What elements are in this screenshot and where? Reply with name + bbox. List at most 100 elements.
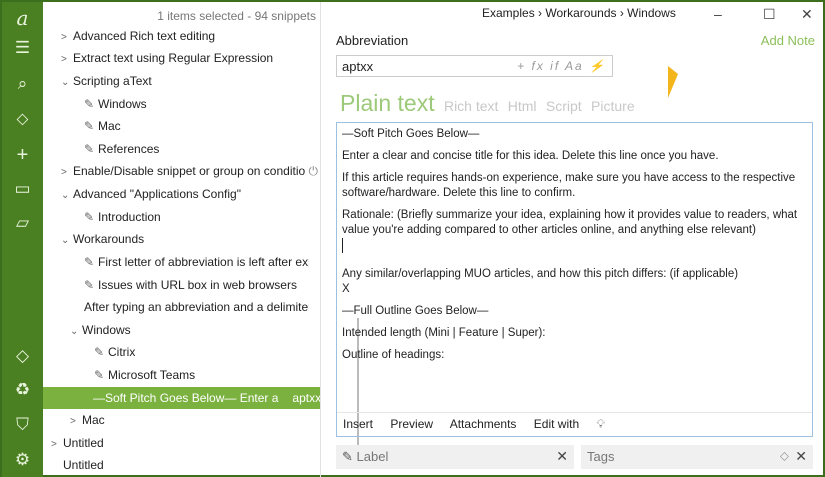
chevron-right-icon[interactable]: > xyxy=(70,411,82,431)
row-label: Mac xyxy=(98,119,121,133)
tree-snippet[interactable]: ✎ Windows xyxy=(84,93,147,115)
content-line: —Full Outline Goes Below— xyxy=(342,305,489,317)
chevron-right-icon[interactable]: > xyxy=(61,27,73,47)
power-icon[interactable]: ⏻ xyxy=(309,164,319,178)
tag-icon[interactable]: ⬦ xyxy=(2,109,43,129)
diamond-icon[interactable]: ◇ xyxy=(2,346,43,366)
edit-with-button[interactable]: Edit with 💡︎ xyxy=(534,417,619,431)
tree-snippet[interactable]: ✎ References xyxy=(84,138,159,160)
chevron-right-icon[interactable]: > xyxy=(51,434,63,454)
preview-button[interactable]: Preview xyxy=(390,417,433,431)
tree-snippet[interactable]: ✎ First letter of abbreviation is left af… xyxy=(84,251,309,273)
search-icon[interactable]: ⌕ xyxy=(2,74,43,94)
tab-html[interactable]: Html xyxy=(508,98,537,114)
chevron-down-icon[interactable]: ⌄ xyxy=(70,321,82,341)
row-label: Advanced "Applications Config" xyxy=(73,187,241,201)
tree-group[interactable]: Untitled xyxy=(63,454,104,476)
tree-group[interactable]: > Advanced Rich text editing xyxy=(61,25,215,47)
tree-group[interactable]: ⌄ Workarounds xyxy=(61,228,144,250)
content-type-tabs: Plain text Rich text Html Script Picture xyxy=(340,90,641,117)
tree-snippet[interactable]: ✎ Citrix xyxy=(94,341,135,363)
tree-group[interactable]: > Mac xyxy=(70,409,105,431)
atext-logo-icon[interactable]: a xyxy=(2,6,43,30)
content-text[interactable]: —Soft Pitch Goes Below— Enter a clear an… xyxy=(342,127,807,370)
tree-snippet[interactable]: ✎ Issues with URL box in web browsers xyxy=(84,274,297,296)
tab-script[interactable]: Script xyxy=(546,98,582,114)
row-label: Advanced Rich text editing xyxy=(73,29,216,43)
tree-group[interactable]: ⌄ Advanced "Applications Config" xyxy=(61,183,241,205)
tree-group[interactable]: > Extract text using Regular Expression xyxy=(61,47,273,69)
row-label: —Soft Pitch Goes Below— Enter a xyxy=(93,391,279,405)
abbreviation-input[interactable]: aptxx + fx if Aa ⚡ xyxy=(336,55,613,77)
tree-snippet[interactable]: ✎ Introduction xyxy=(84,206,161,228)
content-line: If this article requires hands-on experi… xyxy=(342,172,796,199)
pencil-icon: ✎ xyxy=(342,449,353,464)
tree-group[interactable]: ⌄ Scripting aText xyxy=(61,70,152,92)
row-label: Workarounds xyxy=(73,232,145,246)
row-label: Extract text using Regular Expression xyxy=(73,51,274,65)
edit-with-label: Edit with xyxy=(533,417,580,431)
new-folder-icon[interactable]: ▭ xyxy=(2,179,43,199)
content-line xyxy=(342,238,343,253)
maximize-button[interactable]: ☐ xyxy=(763,6,776,23)
row-label: After typing an abbreviation and a delim… xyxy=(84,300,309,314)
row-label: Issues with URL box in web browsers xyxy=(98,278,297,292)
row-label: Enable/Disable snippet or group on condi… xyxy=(73,164,306,178)
tree-snippet[interactable]: After typing an abbreviation and a delim… xyxy=(84,296,309,318)
pencil-icon: ✎ xyxy=(94,345,105,359)
pencil-icon: ✎ xyxy=(84,255,95,269)
close-button[interactable]: ✕ xyxy=(801,6,813,23)
row-label: Introduction xyxy=(98,210,161,224)
pencil-icon: ✎ xyxy=(94,368,105,382)
pencil-icon: ✎ xyxy=(84,142,95,156)
tag-icon: ⬦ xyxy=(779,448,789,463)
clear-tags-icon[interactable]: ✕ xyxy=(795,448,807,464)
tags-placeholder: Tags xyxy=(587,449,615,464)
mouse-cursor-icon xyxy=(668,66,678,98)
tree-snippet[interactable]: ✎ Mac xyxy=(84,115,121,137)
pencil-icon: ✎ xyxy=(84,97,95,111)
tree-snippet[interactable]: ✎ Microsoft Teams xyxy=(94,364,195,386)
menu-icon[interactable]: ☰ xyxy=(2,38,43,58)
chevron-down-icon[interactable]: ⌄ xyxy=(61,72,73,92)
settings-icon[interactable]: ⚙ xyxy=(2,450,43,470)
open-folder-icon[interactable]: ▱ xyxy=(2,213,43,233)
selection-count: 1 items selected - 94 snippets xyxy=(157,9,316,23)
plus-icon[interactable]: + xyxy=(2,144,43,167)
content-line: Intended length (Mini | Feature | Super)… xyxy=(342,327,546,339)
content-line: Enter a clear and concise title for this… xyxy=(342,150,719,162)
tree-group[interactable]: ⌄ Windows xyxy=(70,319,131,341)
tags-field[interactable]: Tags ⬦ ✕ xyxy=(581,445,813,469)
shield-icon[interactable]: ⛉ xyxy=(2,415,43,435)
row-label: Untitled xyxy=(63,458,104,472)
tab-plain-text[interactable]: Plain text xyxy=(340,90,435,116)
abbreviation-tools[interactable]: + fx if Aa ⚡ xyxy=(517,59,606,73)
content-editor[interactable]: —Soft Pitch Goes Below— Enter a clear an… xyxy=(336,122,813,437)
tab-picture[interactable]: Picture xyxy=(591,98,635,114)
tab-rich-text[interactable]: Rich text xyxy=(444,98,498,114)
row-label: Windows xyxy=(82,323,131,337)
breadcrumb: Examples › Workarounds › Windows xyxy=(482,6,676,20)
row-abbreviation: aptxx xyxy=(292,391,320,405)
minimize-button[interactable]: – xyxy=(714,6,722,22)
chevron-right-icon[interactable]: > xyxy=(61,49,73,69)
clear-label-icon[interactable]: ✕ xyxy=(556,448,568,464)
label-field[interactable]: ✎ Label ✕ xyxy=(336,445,574,469)
content-line: Outline of headings: xyxy=(342,349,445,361)
snippet-editor-pane: Examples › Workarounds › Windows – ☐ ✕ A… xyxy=(322,2,823,477)
add-note-link[interactable]: Add Note xyxy=(761,33,815,48)
row-label: Citrix xyxy=(108,345,136,359)
attachments-button[interactable]: Attachments xyxy=(450,417,517,431)
tree-snippet-selected[interactable]: —Soft Pitch Goes Below— Enter a aptxx xyxy=(43,387,320,409)
editor-toolbar: Insert Preview Attachments Edit with 💡︎ xyxy=(337,412,812,436)
chevron-down-icon[interactable]: ⌄ xyxy=(61,230,73,250)
tree-group[interactable]: > Enable/Disable snippet or group on cond… xyxy=(61,160,321,182)
chevron-right-icon[interactable]: > xyxy=(61,162,73,182)
sidebar-rail: a ☰ ⌕ ⬦ + ▭ ▱ ◇ ♻ ⛉ ⚙ xyxy=(2,2,43,477)
tree-group[interactable]: > Untitled xyxy=(51,432,104,454)
recycle-icon[interactable]: ♻ xyxy=(2,380,43,400)
insert-button[interactable]: Insert xyxy=(343,417,373,431)
pencil-icon: ✎ xyxy=(84,119,95,133)
label-placeholder: Label xyxy=(356,449,389,464)
chevron-down-icon[interactable]: ⌄ xyxy=(61,185,73,205)
